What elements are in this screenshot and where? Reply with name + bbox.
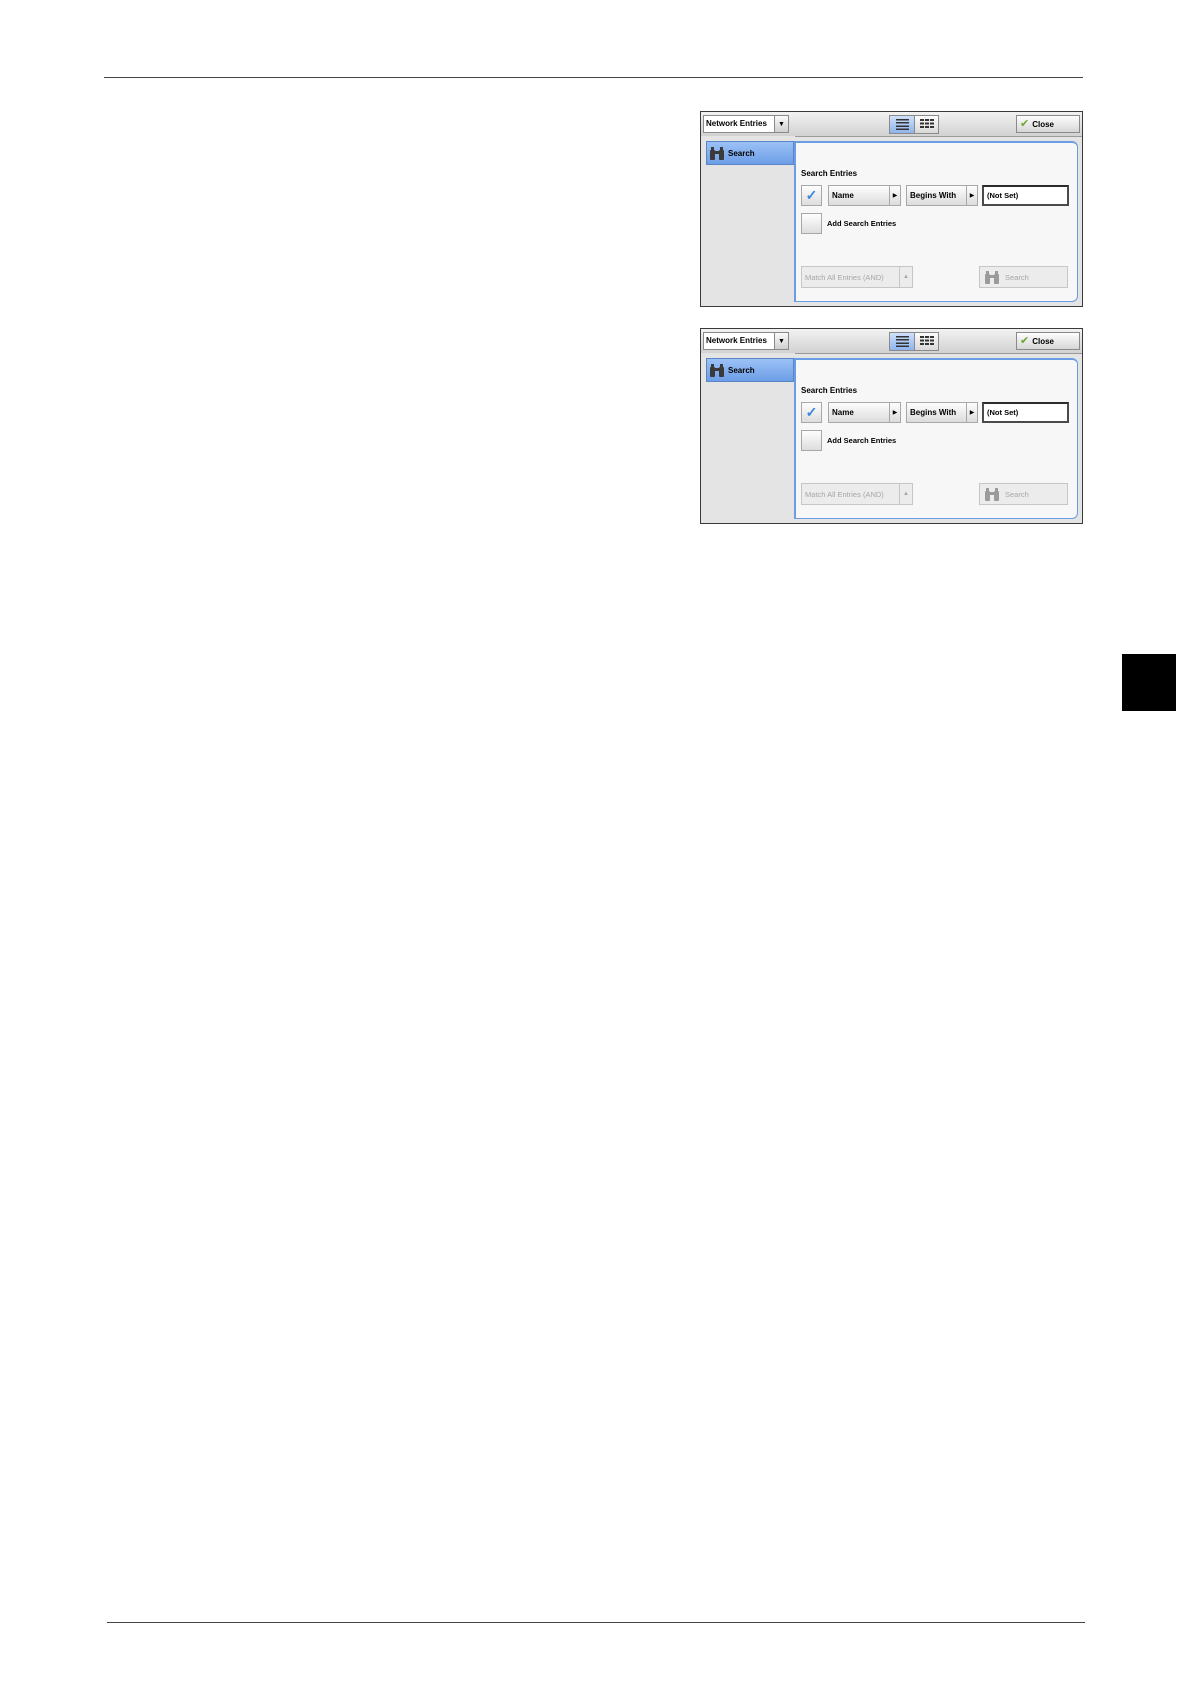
footer-rule <box>107 1622 1085 1623</box>
search-entry-row: ✓ Name ▶ Begins With ▶ (Not Set) <box>801 185 1076 206</box>
list-view-icon <box>895 119 909 130</box>
address-book-search-screen: Network Entries ▼ ✔ Close Search Search … <box>700 328 1083 524</box>
add-search-entries-label: Add Search Entries <box>827 219 897 228</box>
close-button[interactable]: ✔ Close <box>1016 115 1080 133</box>
toolbar: Network Entries ▼ ✔ Close <box>701 329 1082 354</box>
chevron-down-icon: ▼ <box>774 116 788 132</box>
add-search-entries-label: Add Search Entries <box>827 436 897 445</box>
thumbnail-view-icon <box>919 119 934 130</box>
thumbnail-view-button[interactable] <box>914 333 938 350</box>
search-entries-title: Search Entries <box>801 386 858 395</box>
condition-button[interactable]: Begins With ▶ <box>906 185 978 206</box>
match-all-entries-button[interactable]: Match All Entries (AND) ▲ <box>801 266 913 288</box>
field-name-button[interactable]: Name ▶ <box>828 185 901 206</box>
match-all-entries-button[interactable]: Match All Entries (AND) ▲ <box>801 483 913 505</box>
arrow-up-icon: ▲ <box>899 484 912 504</box>
network-entries-label: Network Entries <box>706 336 767 345</box>
sidebar: Search <box>701 353 795 523</box>
add-search-entries-checkbox[interactable] <box>801 213 822 234</box>
thumbnail-view-icon <box>919 336 934 347</box>
sidebar-item-search[interactable]: Search <box>706 141 794 165</box>
search-button[interactable]: Search <box>979 266 1068 288</box>
binoculars-icon <box>985 270 999 284</box>
search-entry-row: ✓ Name ▶ Begins With ▶ (Not Set) <box>801 402 1076 423</box>
list-view-icon <box>895 336 909 347</box>
search-button[interactable]: Search <box>979 483 1068 505</box>
network-entries-label: Network Entries <box>706 119 767 128</box>
condition-label: Begins With <box>910 191 957 200</box>
field-name-button[interactable]: Name ▶ <box>828 402 901 423</box>
search-value-field[interactable]: (Not Set) <box>982 402 1069 423</box>
address-book-search-screen: Network Entries ▼ ✔ Close Search Search … <box>700 111 1083 307</box>
match-all-label: Match All Entries (AND) <box>805 272 884 282</box>
field-name-label: Name <box>832 191 854 200</box>
check-icon: ✓ <box>805 404 818 420</box>
binoculars-icon <box>985 487 999 501</box>
network-entries-dropdown[interactable]: Network Entries ▼ <box>703 332 789 350</box>
binoculars-icon <box>710 146 724 160</box>
condition-button[interactable]: Begins With ▶ <box>906 402 978 423</box>
binoculars-icon <box>710 363 724 377</box>
entry-checkbox[interactable]: ✓ <box>801 402 822 423</box>
sidebar-item-label: Search <box>728 365 755 375</box>
search-button-label: Search <box>1005 272 1029 282</box>
field-name-label: Name <box>832 408 854 417</box>
toolbar: Network Entries ▼ ✔ Close <box>701 112 1082 137</box>
arrow-right-icon: ▶ <box>966 186 977 205</box>
view-toggle <box>889 115 939 134</box>
arrow-right-icon: ▶ <box>889 403 900 422</box>
view-toggle <box>889 332 939 351</box>
arrow-right-icon: ▶ <box>889 186 900 205</box>
sidebar: Search <box>701 136 795 306</box>
entry-checkbox[interactable]: ✓ <box>801 185 822 206</box>
search-button-label: Search <box>1005 489 1029 499</box>
match-all-label: Match All Entries (AND) <box>805 489 884 499</box>
search-entries-title: Search Entries <box>801 169 858 178</box>
condition-label: Begins With <box>910 408 957 417</box>
close-label: Close <box>1032 119 1055 129</box>
header-rule <box>104 77 1083 78</box>
search-content: Search Entries ✓ Name ▶ Begins With ▶ (N… <box>794 141 1078 302</box>
search-value-field[interactable]: (Not Set) <box>982 185 1069 206</box>
check-icon: ✔ <box>1020 335 1030 347</box>
network-entries-dropdown[interactable]: Network Entries ▼ <box>703 115 789 133</box>
search-content: Search Entries ✓ Name ▶ Begins With ▶ (N… <box>794 358 1078 519</box>
sidebar-item-search[interactable]: Search <box>706 358 794 382</box>
arrow-up-icon: ▲ <box>899 267 912 287</box>
add-search-entries-checkbox[interactable] <box>801 430 822 451</box>
thumbnail-view-button[interactable] <box>914 116 938 133</box>
close-button[interactable]: ✔ Close <box>1016 332 1080 350</box>
chapter-tab <box>1122 654 1176 711</box>
check-icon: ✔ <box>1020 118 1030 130</box>
arrow-right-icon: ▶ <box>966 403 977 422</box>
chevron-down-icon: ▼ <box>774 333 788 349</box>
check-icon: ✓ <box>805 187 818 203</box>
list-view-button[interactable] <box>890 116 914 133</box>
list-view-button[interactable] <box>890 333 914 350</box>
sidebar-item-label: Search <box>728 148 755 158</box>
close-label: Close <box>1032 336 1055 346</box>
